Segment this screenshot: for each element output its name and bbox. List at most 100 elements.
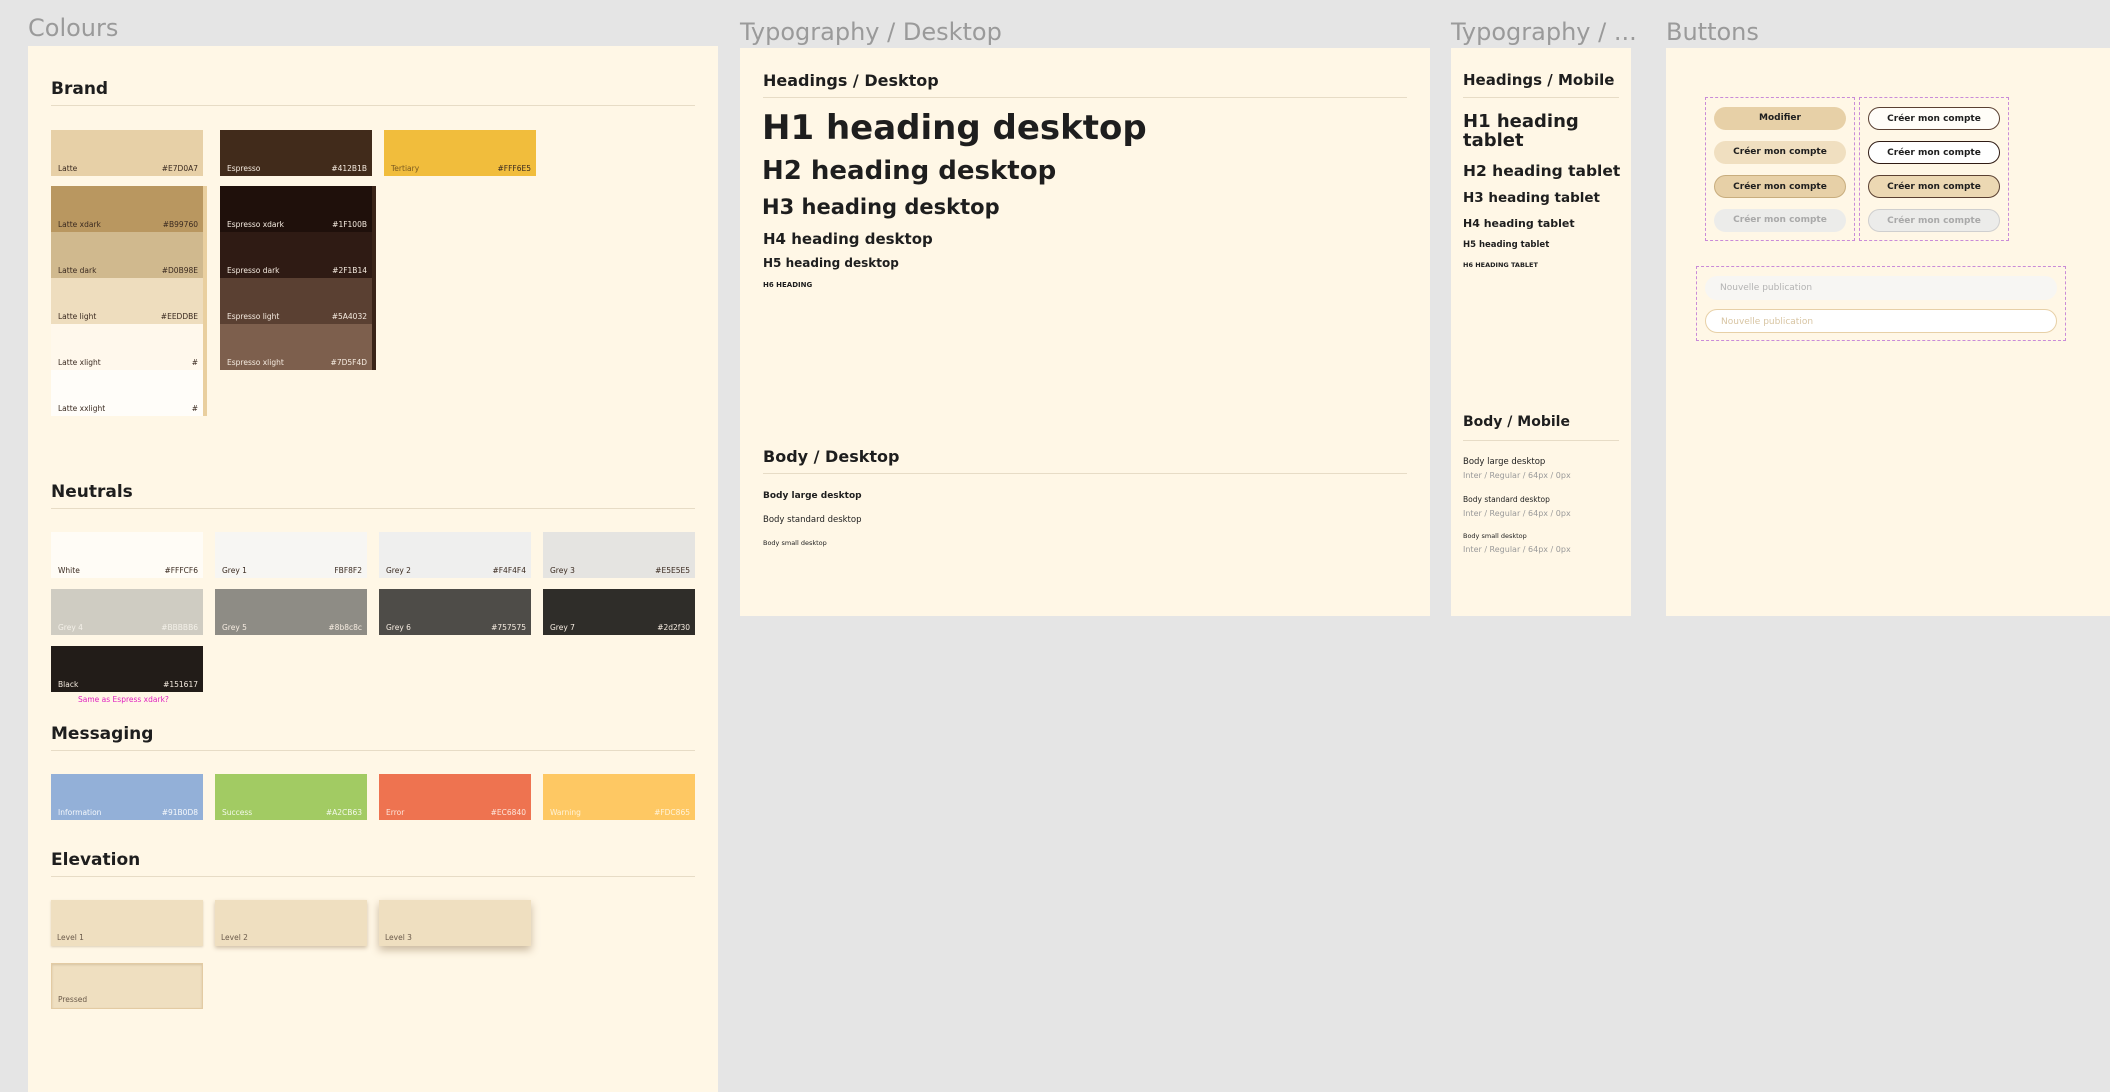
elevation-level-3: Level 3 — [379, 900, 531, 946]
body-standard-sample: Body standard desktop — [763, 515, 862, 525]
swatch-name: Espresso — [227, 164, 261, 173]
swatch-hex: # — [191, 358, 198, 367]
divider — [763, 473, 1407, 474]
swatch-name: Warning — [550, 808, 581, 817]
swatch-hex: #2d2f30 — [657, 623, 690, 632]
create-account-button-disabled[interactable]: Créer mon compte — [1714, 209, 1846, 232]
body-large-mobile-sample: Body large desktop — [1463, 457, 1546, 467]
frame-title-colours: Colours — [28, 14, 119, 42]
body-small-mobile-spec: Inter / Regular / 64px / 0px — [1463, 545, 1571, 554]
swatch-hex: #F4F4F4 — [492, 566, 526, 575]
swatch-hex: #91B0D8 — [161, 808, 198, 817]
swatch-hex: #2F1B14 — [332, 266, 367, 275]
swatch-success: Success #A2CB63 — [215, 774, 367, 820]
swatch-hex: # — [191, 404, 198, 413]
new-post-input-focused[interactable]: Nouvelle publication — [1705, 309, 2057, 333]
create-account-outline-button-hover[interactable]: Créer mon compte — [1868, 141, 2000, 164]
frame-title-typography-mobile: Typography / ... — [1451, 18, 1637, 46]
swatch-white: White #FFFCF6 — [51, 532, 203, 578]
body-mobile-title: Body / Mobile — [1463, 414, 1570, 430]
body-large-sample: Body large desktop — [763, 491, 862, 501]
swatch-grey-6: Grey 6 #757575 — [379, 589, 531, 635]
swatch-name: Espresso dark — [227, 266, 280, 275]
frame-title-buttons: Buttons — [1666, 18, 1759, 46]
swatch-name: Black — [58, 680, 79, 689]
swatch-grey-1: Grey 1 FBF8F2 — [215, 532, 367, 578]
swatch-hex: #B99760 — [162, 220, 198, 229]
swatch-name: Grey 1 — [222, 566, 247, 575]
create-account-outline-button-disabled[interactable]: Créer mon compte — [1868, 209, 2000, 232]
swatch-latte-dark: Latte dark #D0B98E — [51, 232, 203, 278]
swatch-espresso-light: Espresso light #5A4032 — [220, 278, 372, 324]
elevation-label: Level 1 — [57, 933, 84, 942]
h4-mobile-sample: H4 heading tablet — [1463, 217, 1575, 230]
body-desktop-title: Body / Desktop — [763, 447, 900, 466]
swatch-espresso-xlight: Espresso xlight #7D5F4D — [220, 324, 372, 370]
brand-section-title: Brand — [51, 79, 109, 99]
divider — [1463, 440, 1619, 441]
body-small-sample: Body small desktop — [763, 539, 827, 547]
swatch-latte-xxlight: Latte xxlight # — [51, 370, 203, 416]
headings-desktop-title: Headings / Desktop — [763, 71, 939, 90]
swatch-name: Latte light — [58, 312, 97, 321]
swatch-name: Tertiary — [391, 164, 420, 173]
create-account-outline-button[interactable]: Créer mon compte — [1868, 107, 2000, 130]
swatch-hex: #D0B98E — [161, 266, 198, 275]
h2-sample: H2 heading desktop — [762, 156, 1057, 186]
body-large-mobile-spec: Inter / Regular / 64px / 0px — [1463, 471, 1571, 480]
swatch-hex: #151617 — [163, 680, 198, 689]
divider — [51, 750, 695, 751]
body-standard-mobile-spec: Inter / Regular / 64px / 0px — [1463, 509, 1571, 518]
swatch-hex: #EEDDBE — [160, 312, 198, 321]
divider — [51, 876, 695, 877]
swatch-latte: Latte #E7D0A7 — [51, 130, 203, 176]
swatch-name: Espresso xlight — [227, 358, 284, 367]
swatch-name: Grey 5 — [222, 623, 247, 632]
colours-frame: Brand Latte #E7D0A7 Espresso #412B1B Ter… — [28, 46, 718, 1092]
headings-mobile-title: Headings / Mobile — [1463, 71, 1615, 89]
swatch-name: Latte xdark — [58, 220, 101, 229]
swatch-hex: #412B1B — [331, 164, 367, 173]
elevation-pressed: Pressed — [51, 963, 203, 1009]
elevation-label: Pressed — [58, 995, 88, 1004]
swatch-hex: #E5E5E5 — [655, 566, 690, 575]
swatch-name: White — [58, 566, 80, 575]
swatch-error: Error #EC6840 — [379, 774, 531, 820]
swatch-grey-2: Grey 2 #F4F4F4 — [379, 532, 531, 578]
swatch-hex: FBF8F2 — [334, 566, 362, 575]
swatch-hex: #BBBBB6 — [161, 623, 198, 632]
swatch-espresso-dark: Espresso dark #2F1B14 — [220, 232, 372, 278]
elevation-level-1: Level 1 — [51, 900, 203, 946]
swatch-hex: #E7D0A7 — [161, 164, 198, 173]
modifier-button[interactable]: Modifier — [1714, 107, 1846, 130]
new-post-input[interactable]: Nouvelle publication — [1705, 276, 2057, 300]
swatch-name: Grey 3 — [550, 566, 575, 575]
create-account-outline-button-pressed[interactable]: Créer mon compte — [1868, 175, 2000, 198]
swatch-hex: #A2CB63 — [325, 808, 362, 817]
swatch-grey-7: Grey 7 #2d2f30 — [543, 589, 695, 635]
swatch-latte-xlight: Latte xlight # — [51, 324, 203, 370]
elevation-section-title: Elevation — [51, 850, 141, 870]
swatch-hex: #FFFCF6 — [164, 566, 198, 575]
elevation-level-2: Level 2 — [215, 900, 367, 946]
swatch-latte-xdark: Latte xdark #B99760 — [51, 186, 203, 232]
body-standard-mobile-sample: Body standard desktop — [1463, 495, 1550, 504]
swatch-hex: #5A4032 — [331, 312, 367, 321]
swatch-information: Information #91B0D8 — [51, 774, 203, 820]
create-account-button-hover[interactable]: Créer mon compte — [1714, 141, 1846, 164]
swatch-name: Grey 6 — [386, 623, 411, 632]
swatch-hex: #FFF6E5 — [497, 164, 531, 173]
h2-mobile-sample: H2 heading tablet — [1463, 162, 1621, 180]
swatch-grey-5: Grey 5 #8b8c8c — [215, 589, 367, 635]
swatch-name: Grey 2 — [386, 566, 411, 575]
create-account-button-pressed[interactable]: Créer mon compte — [1714, 175, 1846, 198]
buttons-frame: Modifier Créer mon compte Créer mon comp… — [1666, 48, 2110, 616]
swatch-grey-3: Grey 3 #E5E5E5 — [543, 532, 695, 578]
elevation-label: Level 2 — [221, 933, 248, 942]
swatch-name: Latte — [58, 164, 78, 173]
h5-mobile-sample: H5 heading tablet — [1463, 240, 1550, 250]
swatch-name: Grey 7 — [550, 623, 575, 632]
messaging-section-title: Messaging — [51, 724, 154, 744]
h1-sample: H1 heading desktop — [762, 108, 1147, 148]
elevation-label: Level 3 — [385, 933, 412, 942]
